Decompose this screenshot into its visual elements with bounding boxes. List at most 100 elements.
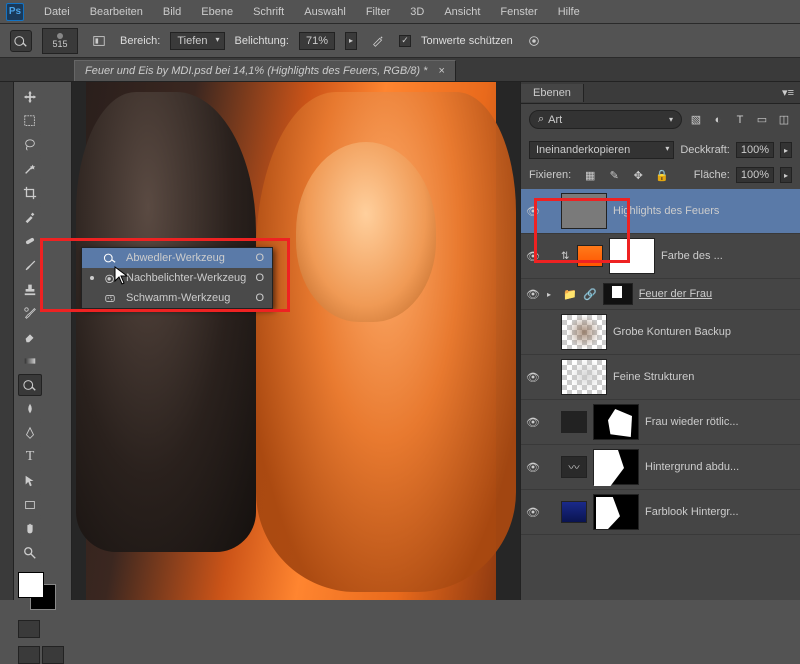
stamp-tool[interactable] <box>18 278 42 300</box>
brush-panel-toggle[interactable] <box>88 30 110 52</box>
layer-filter[interactable]: ⌕ Art ▾ <box>529 110 682 129</box>
move-tool[interactable] <box>18 86 42 108</box>
menu-image[interactable]: Bild <box>153 2 191 22</box>
zoom-tool[interactable] <box>18 542 42 564</box>
filter-type-icon[interactable]: T <box>732 112 748 128</box>
range-dropdown[interactable]: Tiefen <box>170 32 224 50</box>
visibility-toggle[interactable]: 👁 <box>525 459 541 475</box>
brush-preset-picker[interactable]: 515 <box>42 28 78 54</box>
menu-type[interactable]: Schrift <box>243 2 294 22</box>
visibility-toggle[interactable]: 👁 <box>525 414 541 430</box>
type-tool[interactable]: T <box>18 446 42 468</box>
filter-adjust-icon[interactable]: ◐ <box>710 112 726 128</box>
layer-name[interactable]: Grobe Konturen Backup <box>613 326 796 338</box>
lock-all[interactable]: 🔒 <box>653 167 671 183</box>
color-swatches[interactable] <box>18 572 66 612</box>
crop-tool[interactable] <box>18 182 42 204</box>
layer-thumbnail[interactable] <box>561 193 607 229</box>
layer-row[interactable]: Grobe Konturen Backup <box>521 310 800 355</box>
layer-mask-thumbnail[interactable] <box>593 404 639 440</box>
document-tab[interactable]: Feuer und Eis by MDI.psd bei 14,1% (High… <box>74 60 456 81</box>
layer-name[interactable]: Frau wieder rötlic... <box>645 416 796 428</box>
dodge-burn-tool[interactable] <box>18 374 42 396</box>
expand-icon[interactable]: ▸ <box>547 290 557 299</box>
layer-row[interactable]: 👁 Farblook Hintergr... <box>521 490 800 535</box>
layer-name[interactable]: Farbe des ... <box>661 250 796 262</box>
layer-row[interactable]: 👁 ⇅ Farbe des ... <box>521 234 800 279</box>
blend-mode-dropdown[interactable]: Ineinanderkopieren <box>529 141 674 159</box>
flyout-item-sponge[interactable]: Schwamm-Werkzeug O <box>82 288 272 308</box>
visibility-toggle[interactable]: 👁 <box>525 203 541 219</box>
layer-name[interactable]: Feuer der Frau <box>639 288 796 300</box>
layer-row[interactable]: 👁 Feine Strukturen <box>521 355 800 400</box>
document-canvas[interactable] <box>86 82 496 600</box>
group-mask[interactable] <box>603 283 633 305</box>
current-tool-icon[interactable] <box>10 30 32 52</box>
screenmode-toggle[interactable] <box>18 646 40 664</box>
layer-mask-thumbnail[interactable] <box>593 449 639 485</box>
menu-select[interactable]: Auswahl <box>294 2 356 22</box>
opacity-value[interactable]: 100% <box>736 142 774 158</box>
layer-row[interactable]: 👁 Frau wieder rötlic... <box>521 400 800 445</box>
adjustment-thumbnail[interactable] <box>561 501 587 523</box>
brush-tool[interactable] <box>18 254 42 276</box>
shape-tool[interactable] <box>18 494 42 516</box>
lock-pixels[interactable]: ✎ <box>605 167 623 183</box>
layer-row[interactable]: 👁 〰 Hintergrund abdu... <box>521 445 800 490</box>
layer-name[interactable]: Highlights des Feuers <box>613 205 796 217</box>
quickmask-toggle[interactable] <box>18 620 40 638</box>
menu-3d[interactable]: 3D <box>400 2 434 22</box>
fill-stepper[interactable]: ▸ <box>780 167 792 183</box>
layer-group-row[interactable]: 👁 ▸ 📁 🔗 Feuer der Frau <box>521 279 800 310</box>
menu-window[interactable]: Fenster <box>490 2 547 22</box>
filter-pixel-icon[interactable]: ▧ <box>688 112 704 128</box>
menu-layer[interactable]: Ebene <box>191 2 243 22</box>
layer-mask-thumbnail[interactable] <box>593 494 639 530</box>
exposure-stepper[interactable]: ▸ <box>345 32 357 50</box>
eraser-tool[interactable] <box>18 326 42 348</box>
visibility-toggle[interactable]: 👁 <box>525 286 541 302</box>
exposure-value[interactable]: 71% <box>299 32 335 50</box>
layer-mask-thumbnail[interactable] <box>609 238 655 274</box>
layer-row[interactable]: 👁 Highlights des Feuers <box>521 189 800 234</box>
path-select-tool[interactable] <box>18 470 42 492</box>
airbrush-toggle[interactable] <box>367 30 389 52</box>
close-tab-icon[interactable]: × <box>438 65 444 77</box>
opacity-stepper[interactable]: ▸ <box>780 142 792 158</box>
flyout-item-burn[interactable]: Nachbelichter-Werkzeug O <box>82 268 272 288</box>
lasso-tool[interactable] <box>18 134 42 156</box>
filter-shape-icon[interactable]: ▭ <box>754 112 770 128</box>
layer-name[interactable]: Feine Strukturen <box>613 371 796 383</box>
menu-help[interactable]: Hilfe <box>548 2 590 22</box>
canvas-area[interactable] <box>72 82 520 600</box>
foreground-swatch[interactable] <box>18 572 44 598</box>
layer-thumbnail[interactable] <box>561 359 607 395</box>
layers-tab[interactable]: Ebenen <box>521 84 584 102</box>
visibility-toggle[interactable]: 👁 <box>525 248 541 264</box>
visibility-toggle[interactable]: 👁 <box>525 504 541 520</box>
panel-menu-icon[interactable]: ▾≡ <box>776 86 800 99</box>
visibility-toggle[interactable] <box>525 324 541 340</box>
blur-tool[interactable] <box>18 398 42 420</box>
adjustment-thumbnail[interactable] <box>561 411 587 433</box>
pressure-toggle[interactable] <box>523 30 545 52</box>
flyout-item-dodge[interactable]: Abwedler-Werkzeug O <box>82 248 272 268</box>
healing-tool[interactable] <box>18 230 42 252</box>
fill-value[interactable]: 100% <box>736 167 774 183</box>
layer-name[interactable]: Farblook Hintergr... <box>645 506 796 518</box>
layer-name[interactable]: Hintergrund abdu... <box>645 461 796 473</box>
menu-filter[interactable]: Filter <box>356 2 400 22</box>
protect-tones-checkbox[interactable]: ✓ <box>399 35 411 47</box>
lock-transparency[interactable]: ▦ <box>581 167 599 183</box>
lock-position[interactable]: ✥ <box>629 167 647 183</box>
adjustment-thumbnail[interactable] <box>577 245 603 267</box>
hand-tool[interactable] <box>18 518 42 540</box>
history-brush-tool[interactable] <box>18 302 42 324</box>
visibility-toggle[interactable]: 👁 <box>525 369 541 385</box>
pen-tool[interactable] <box>18 422 42 444</box>
menu-view[interactable]: Ansicht <box>434 2 490 22</box>
magic-wand-tool[interactable] <box>18 158 42 180</box>
collapsed-panel-strip[interactable] <box>0 82 14 600</box>
layer-thumbnail[interactable] <box>561 314 607 350</box>
eyedropper-tool[interactable] <box>18 206 42 228</box>
